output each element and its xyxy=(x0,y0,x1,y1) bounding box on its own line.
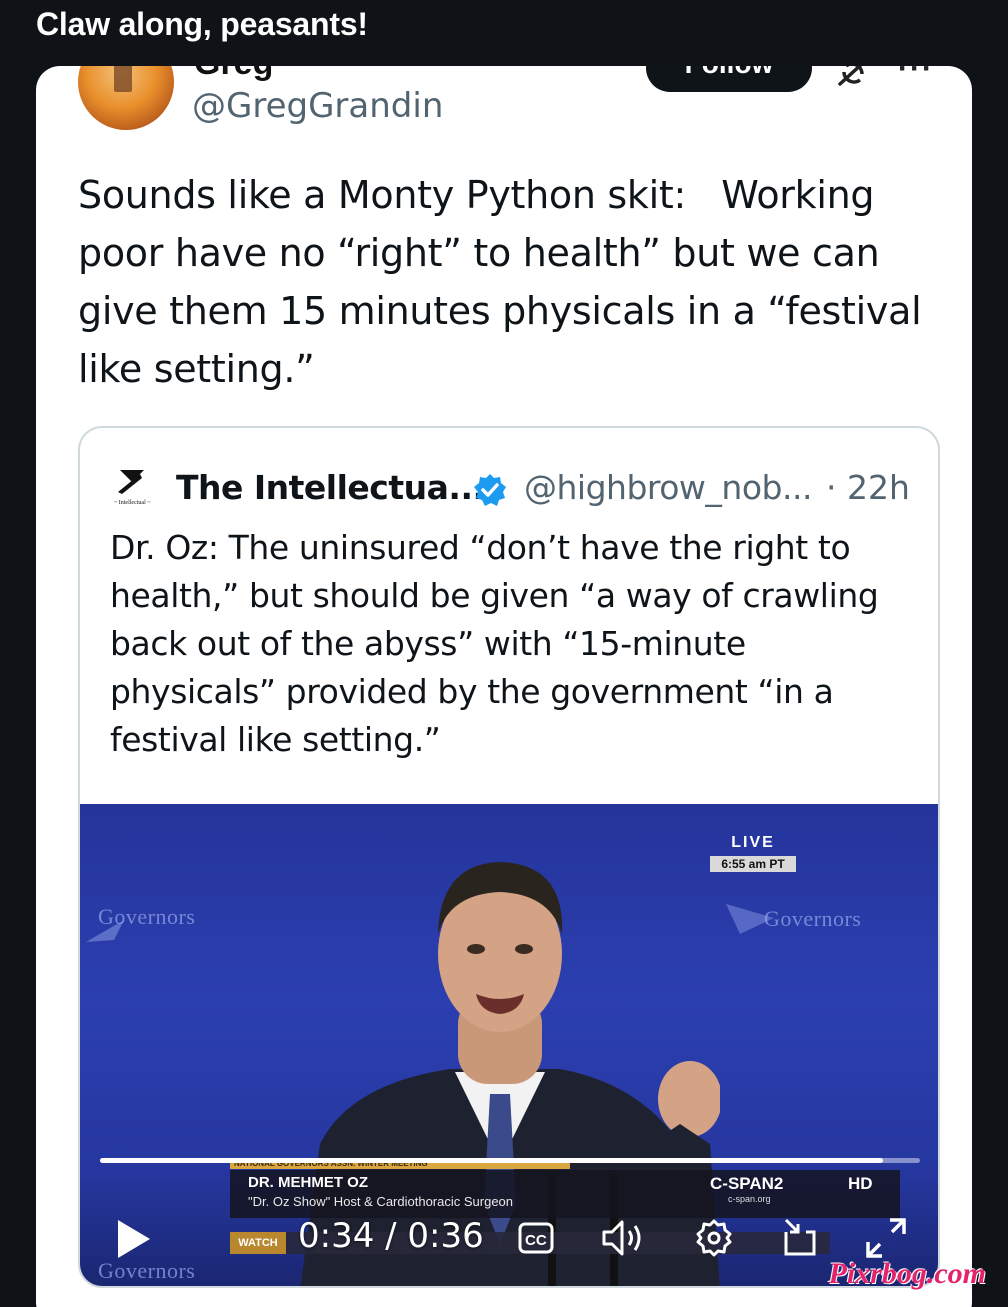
quoted-timestamp[interactable]: · 22h xyxy=(826,468,910,507)
live-indicator: LIVE 6:55 am PT xyxy=(710,834,796,872)
hd-badge: HD xyxy=(848,1174,873,1193)
live-time: 6:55 am PT xyxy=(710,856,796,872)
quoted-text: Dr. Oz: The uninsured “don’t have the ri… xyxy=(110,528,879,759)
volume-icon[interactable] xyxy=(600,1218,646,1258)
chyron-name: DR. MEHMET OZ xyxy=(248,1174,368,1191)
picture-in-picture-icon[interactable] xyxy=(780,1218,820,1258)
tweet-card[interactable]: Greg @GregGrandin Follow ··· Sounds like… xyxy=(36,66,972,1307)
verified-badge-icon xyxy=(474,474,506,506)
grok-icon[interactable] xyxy=(836,66,870,90)
quoted-display-name[interactable]: The Intellectua... xyxy=(176,468,485,507)
governors-star-icon xyxy=(86,920,124,942)
tweet-text: Sounds like a Monty Python skit: Working… xyxy=(78,173,922,391)
user-handle[interactable]: @GregGrandin xyxy=(192,86,443,126)
captions-icon[interactable]: CC xyxy=(518,1220,554,1256)
display-name[interactable]: Greg xyxy=(194,66,273,83)
video-player[interactable]: Governors Governors Governors LIVE 6:55 … xyxy=(80,804,938,1286)
user-avatar[interactable] xyxy=(78,66,174,130)
watermark: Pixrbog.com xyxy=(828,1257,987,1290)
svg-text:CC: CC xyxy=(525,1232,547,1249)
video-controls: 0:34 / 0:36 CC xyxy=(80,1208,938,1268)
svg-text:~ Intellectual ~: ~ Intellectual ~ xyxy=(114,500,151,506)
fullscreen-icon[interactable] xyxy=(864,1216,908,1260)
channel-logo: C-SPAN2 xyxy=(710,1174,784,1193)
channel-url: c-span.org xyxy=(728,1194,771,1204)
chyron-role: "Dr. Oz Show" Host & Cardiothoracic Surg… xyxy=(248,1194,514,1209)
live-label: LIVE xyxy=(731,834,775,851)
progress-bar[interactable] xyxy=(100,1158,920,1163)
post-title: Claw along, peasants! xyxy=(36,6,368,42)
quoted-tweet[interactable]: ~ Intellectual ~ The Intellectua... @hig… xyxy=(78,426,940,1288)
settings-gear-icon[interactable] xyxy=(694,1218,734,1258)
more-options-icon[interactable]: ··· xyxy=(898,66,934,86)
quoted-handle[interactable]: @highbrow_nob... xyxy=(524,468,812,507)
progress-fill xyxy=(100,1158,884,1163)
avatar-figure xyxy=(114,66,132,92)
governors-star-right-icon xyxy=(726,904,774,934)
play-icon[interactable] xyxy=(114,1218,154,1260)
quoted-avatar[interactable]: ~ Intellectual ~ xyxy=(110,464,162,506)
follow-button[interactable]: Follow xyxy=(646,66,812,92)
time-readout: 0:34 / 0:36 xyxy=(298,1216,484,1256)
